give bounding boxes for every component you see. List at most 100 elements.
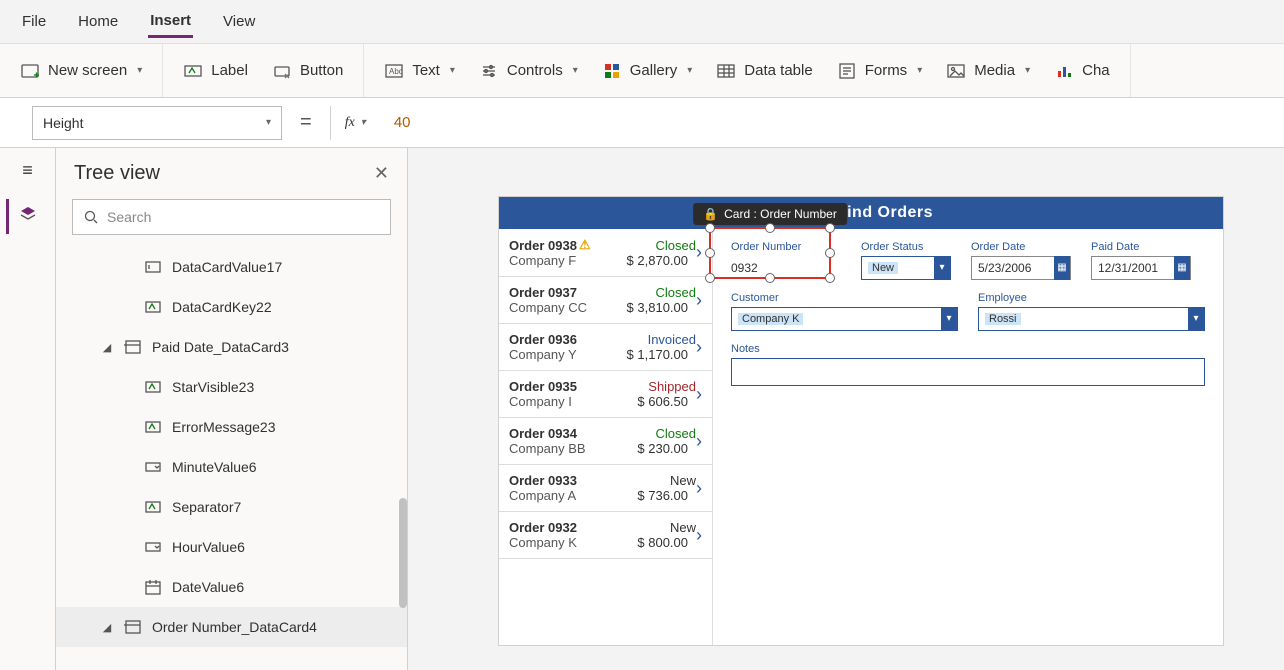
gallery-row[interactable]: Order 0932Company KNew$ 800.00› [499,512,712,559]
order-status-dropdown[interactable]: New▾ [861,256,951,280]
card-icon [124,338,142,356]
table-icon [716,61,736,81]
gallery-row[interactable]: Order 0937Company CCClosed$ 3,810.00› [499,277,712,324]
label-button[interactable]: Label [177,57,254,85]
text-icon: Abc [384,61,404,81]
equals-sign: = [282,111,330,134]
button-button[interactable]: Button [266,57,349,85]
selected-card[interactable]: 🔒 Card : Order Number [709,227,831,279]
label-icon [144,378,162,396]
menu-insert[interactable]: Insert [148,6,193,38]
notes-input[interactable] [731,358,1205,386]
menu-file[interactable]: File [20,7,48,36]
chevron-right-icon: › [696,431,702,452]
new-screen-button[interactable]: New screen▾ [14,57,148,85]
dropdown-icon [144,538,162,556]
forms-button[interactable]: Forms▾ [831,57,929,85]
menu-view[interactable]: View [221,7,257,36]
tree-node[interactable]: StarVisible23 [56,367,407,407]
tree-node[interactable]: Separator7 [56,487,407,527]
chevron-right-icon: › [696,290,702,311]
twisty-icon[interactable]: ◢ [102,341,112,354]
text-button[interactable]: Abc Text▾ [378,57,461,85]
label-icon [144,298,162,316]
form: 🔒 Card : Order Number Order Number 0932 [713,229,1223,645]
fx-button[interactable]: fx▾ [330,106,380,140]
paid-date-label: Paid Date [1091,241,1191,253]
tree-node-label: DateValue6 [172,579,244,595]
tree-node[interactable]: DateValue6 [56,567,407,607]
tree-node-label: Separator7 [172,499,241,515]
tree-title: Tree view [74,162,160,185]
card-icon [124,618,142,636]
left-rail: ≡ [0,148,56,670]
gallery-row[interactable]: Order 0934Company BBClosed$ 230.00› [499,418,712,465]
employee-dropdown[interactable]: Rossi▾ [978,307,1205,331]
date-icon [144,578,162,596]
svg-text:Abc: Abc [389,67,403,76]
warning-icon: ⚠ [579,237,591,253]
data-table-button[interactable]: Data table [710,57,818,85]
label-icon [183,61,203,81]
controls-icon [479,61,499,81]
chevron-right-icon: › [696,478,702,499]
order-date-picker[interactable]: 5/23/2006▦ [971,256,1071,280]
tree-node-label: DataCardValue17 [172,259,282,275]
gallery-button[interactable]: Gallery▾ [596,57,699,85]
customer-dropdown[interactable]: Company K▾ [731,307,958,331]
tree-node-label: HourValue6 [172,539,245,555]
chevron-right-icon: › [696,525,702,546]
tree-node-label: StarVisible23 [172,379,254,395]
chart-icon [1054,61,1074,81]
tree-node[interactable]: ErrorMessage23 [56,407,407,447]
charts-button[interactable]: Cha [1048,57,1116,85]
menu-home[interactable]: Home [76,7,120,36]
gallery-row[interactable]: Order 0938⚠Company FClosed$ 2,870.00› [499,229,712,277]
canvas[interactable]: Northwind Orders Order 0938⚠Company FClo… [408,148,1284,670]
tree-node-label: DataCardKey22 [172,299,272,315]
calendar-icon: ▦ [1174,256,1190,280]
app-preview: Northwind Orders Order 0938⚠Company FClo… [498,196,1224,646]
tree-node[interactable]: HourValue6 [56,527,407,567]
tree-node-label: ErrorMessage23 [172,419,276,435]
gallery-icon [602,61,622,81]
tree-list[interactable]: DataCardValue17 DataCardKey22 ◢ Paid Date_D… [56,243,407,670]
tree-view-toggle[interactable] [6,199,47,234]
dropdown-icon [144,458,162,476]
tree-node-label: Paid Date_DataCard3 [152,339,289,355]
controls-button[interactable]: Controls▾ [473,57,584,85]
hamburger-icon[interactable]: ≡ [22,160,33,181]
tree-node[interactable]: MinuteValue6 [56,447,407,487]
media-button[interactable]: Media▾ [940,57,1036,85]
customer-label: Customer [731,292,958,304]
tree-node[interactable]: DataCardKey22 [56,287,407,327]
scrollbar[interactable] [399,498,407,608]
formula-value[interactable]: 40 [380,114,411,131]
screen-icon [20,61,40,81]
paid-date-picker[interactable]: 12/31/2001▦ [1091,256,1191,280]
property-selector[interactable]: Height▾ [32,106,282,140]
lock-icon: 🔒 [703,207,718,221]
chevron-right-icon: › [696,337,702,358]
app-header: Northwind Orders [499,197,1223,229]
label-icon [144,418,162,436]
tree-node-label: MinuteValue6 [172,459,257,475]
gallery-row[interactable]: Order 0936Company YInvoiced$ 1,170.00› [499,324,712,371]
chevron-down-icon: ▾ [137,65,142,76]
tree-node[interactable]: ◢ Paid Date_DataCard3 [56,327,407,367]
tree-node[interactable]: DataCardValue17 [56,247,407,287]
gallery-list[interactable]: Order 0938⚠Company FClosed$ 2,870.00›Ord… [499,229,713,645]
calendar-icon: ▦ [1054,256,1070,280]
search-icon [83,209,99,225]
ribbon: New screen▾ Label Button Abc Text▾ Contr… [0,44,1284,98]
tree-search[interactable]: Search [72,199,391,235]
twisty-icon[interactable]: ◢ [102,621,112,634]
tree-node[interactable]: ◢ Order Number_DataCard4 [56,607,407,647]
gallery-row[interactable]: Order 0933Company ANew$ 736.00› [499,465,712,512]
close-icon[interactable]: ✕ [374,163,389,184]
chevron-right-icon: › [696,384,702,405]
gallery-row[interactable]: Order 0935Company IShipped$ 606.50› [499,371,712,418]
media-icon [946,61,966,81]
textbox-icon [144,258,162,276]
tree-node-label: Order Number_DataCard4 [152,619,317,635]
